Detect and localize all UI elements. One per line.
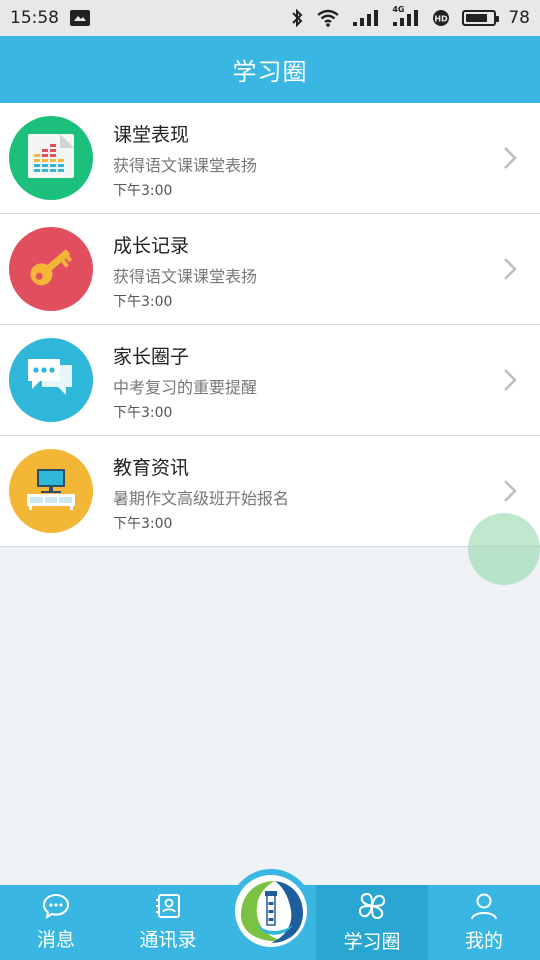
item-subtitle: 获得语文课课堂表扬 [113,267,258,286]
center-logo-button[interactable] [229,869,313,953]
list-item-parent-circle[interactable]: 家长圈子 中考复习的重要提醒 下午3:00 [0,325,540,436]
tab-label: 通讯录 [139,929,197,951]
item-subtitle: 暑期作文高级班开始报名 [113,489,290,508]
tab-label: 消息 [36,929,75,951]
status-bar: 15:58 4G HD 78 [0,0,540,36]
page-title: 学习圈 [232,58,308,86]
item-title: 教育资讯 [113,457,190,479]
screenshot-notification-icon [69,9,91,27]
equalizer-chart-icon [28,134,74,182]
item-title: 成长记录 [113,235,190,257]
battery-level: 78 [508,8,530,28]
tab-learning-circle[interactable]: 学习圈 [316,885,428,960]
chevron-right-icon [502,367,518,393]
item-time: 下午3:00 [113,405,173,421]
item-subtitle: 中考复习的重要提醒 [113,378,258,397]
signal-strength-icon [352,9,380,27]
tab-profile[interactable]: 我的 [428,885,540,960]
tab-label: 我的 [464,930,503,952]
app-header: 学习圈 [0,36,540,103]
parent-avatar [9,338,93,422]
signal-4g-icon: 4G [392,5,420,27]
tab-contacts[interactable]: 通讯录 [112,885,224,960]
tab-label: 学习圈 [343,931,401,953]
chat-bubbles-icon [26,355,76,405]
feed-list: 课堂表现 获得语文课课堂表扬 下午3:00 成长记录 获得语文课课堂表扬 下午3… [0,103,540,547]
item-time: 下午3:00 [113,294,173,310]
key-icon [26,242,76,296]
svg-text:HD: HD [435,15,449,24]
tv-cabinet-icon [25,467,77,515]
floating-assistive-button[interactable] [468,513,540,585]
chevron-right-icon [502,145,518,171]
hd-voice-icon: HD [432,9,450,27]
list-item-growth-record[interactable]: 成长记录 获得语文课课堂表扬 下午3:00 [0,214,540,325]
item-time: 下午3:00 [113,183,173,199]
bluetooth-icon [290,8,304,28]
battery-icon [462,10,500,26]
status-time: 15:58 [10,8,59,28]
classroom-avatar [9,116,93,200]
wifi-icon [316,9,340,27]
news-avatar [9,449,93,533]
network-type-label: 4G [392,5,405,14]
lighthouse-logo-icon [235,875,307,947]
item-title: 课堂表现 [113,124,190,146]
tab-messages[interactable]: 消息 [0,885,112,960]
item-time: 下午3:00 [113,516,173,532]
chevron-right-icon [502,256,518,282]
chevron-right-icon [502,478,518,504]
growth-avatar [9,227,93,311]
item-title: 家长圈子 [113,346,190,368]
contacts-icon [154,893,182,923]
chat-icon [42,893,70,923]
list-item-education-news[interactable]: 教育资讯 暑期作文高级班开始报名 下午3:00 [0,436,540,547]
clover-icon [357,891,387,925]
item-subtitle: 获得语文课课堂表扬 [113,156,258,175]
person-icon [469,892,499,924]
list-item-classroom-performance[interactable]: 课堂表现 获得语文课课堂表扬 下午3:00 [0,103,540,214]
